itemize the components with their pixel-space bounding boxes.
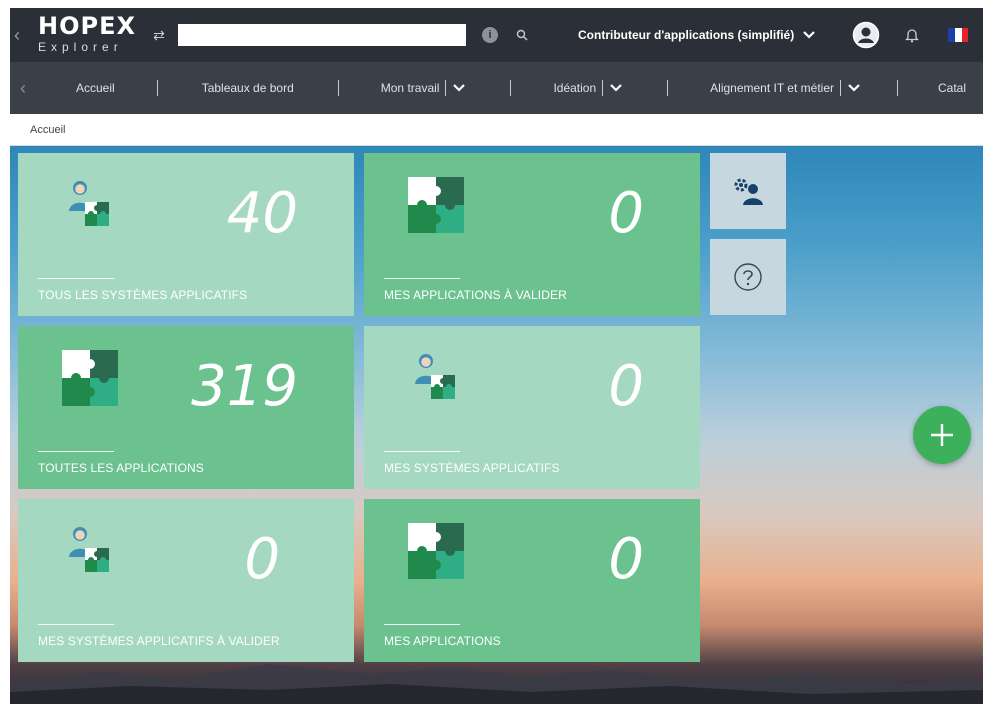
tile-label: MES APPLICATIONS xyxy=(384,634,501,648)
tile-count: 0 xyxy=(608,527,644,592)
top-bar: ‹ HOPEX Explorer ⇄ i Contributeur d'appl… xyxy=(10,8,983,62)
bell-icon[interactable] xyxy=(904,26,920,44)
tile-divider xyxy=(38,278,114,279)
nav-divider xyxy=(840,80,841,96)
tile-count: 0 xyxy=(608,354,644,419)
tile-my-application-systems-to-validate[interactable]: 0 MES SYSTÈMES APPLICATIFS À VALIDER xyxy=(18,499,354,662)
plus-icon xyxy=(931,424,953,446)
fr-flag-icon[interactable] xyxy=(948,28,969,42)
breadcrumb: Accueil xyxy=(10,114,983,146)
nav-item-label: Mon travail xyxy=(380,81,440,95)
profile-selector[interactable]: Contributeur d'applications (simplifié) xyxy=(578,28,816,42)
user-puzzle-icon xyxy=(415,354,455,399)
nav-scroll-left-icon[interactable]: ‹ xyxy=(10,78,36,99)
nav-item-label: Tableaux de bord xyxy=(201,81,294,95)
help-icon xyxy=(734,263,762,291)
tile-label: MES SYSTÈMES APPLICATIFS À VALIDER xyxy=(38,634,280,648)
logo-sub: Explorer xyxy=(38,40,123,54)
tile-my-applications-to-validate[interactable]: 0 MES APPLICATIONS À VALIDER xyxy=(364,153,700,316)
tile-count: 0 xyxy=(608,181,644,246)
tile-my-application-systems[interactable]: 0 MES SYSTÈMES APPLICATIFS xyxy=(364,326,700,489)
nav-item-label: Alignement IT et métier xyxy=(710,81,834,95)
nav-item-ideation[interactable]: Idéation xyxy=(553,62,623,114)
nav-item-label: Catal xyxy=(938,81,967,95)
nav-divider xyxy=(602,80,604,96)
add-button[interactable] xyxy=(913,406,971,464)
tile-label: MES APPLICATIONS À VALIDER xyxy=(384,288,567,302)
tile-my-applications[interactable]: 0 MES APPLICATIONS xyxy=(364,499,700,662)
nav-item-tableaux-de-bord[interactable]: Tableaux de bord xyxy=(202,62,294,114)
nav-item-mon-travail[interactable]: Mon travail xyxy=(381,62,467,114)
chevron-down-icon xyxy=(847,81,861,95)
tile-divider xyxy=(38,624,114,625)
nav-divider xyxy=(510,80,512,96)
user-settings-icon xyxy=(734,178,763,205)
tile-divider xyxy=(384,451,460,452)
main-nav: ‹ Accueil Tableaux de bord Mon travail I… xyxy=(10,62,983,114)
profile-label: Contributeur d'applications (simplifié) xyxy=(578,28,795,42)
chevron-down-icon xyxy=(609,81,623,95)
nav-divider xyxy=(897,80,898,96)
nav-item-alignement[interactable]: Alignement IT et métier xyxy=(710,62,861,114)
tile-divider xyxy=(384,624,460,625)
nav-divider xyxy=(156,80,158,96)
puzzle-icon xyxy=(408,523,464,579)
tile-all-application-systems[interactable]: 40 TOUS LES SYSTÈMES APPLICATIFS xyxy=(18,153,354,316)
search-icon[interactable] xyxy=(514,27,530,43)
chevron-down-icon xyxy=(802,28,816,42)
nav-divider xyxy=(337,80,339,96)
nav-item-label: Accueil xyxy=(76,81,115,95)
search-input[interactable] xyxy=(178,24,466,46)
nav-item-label: Idéation xyxy=(553,81,597,95)
tile-divider xyxy=(384,278,460,279)
tile-all-applications[interactable]: 319 TOUTES LES APPLICATIONS xyxy=(18,326,354,489)
user-puzzle-icon xyxy=(69,527,109,572)
switch-icon[interactable]: ⇄ xyxy=(144,27,174,44)
logo-main: HOPEX xyxy=(38,12,136,40)
nav-divider xyxy=(667,80,669,96)
home-dashboard: 40 TOUS LES SYSTÈMES APPLICATIFS 0 MES A… xyxy=(10,146,983,704)
nav-divider xyxy=(445,80,447,96)
info-icon[interactable]: i xyxy=(482,27,498,43)
tile-label: TOUTES LES APPLICATIONS xyxy=(38,461,204,475)
breadcrumb-current[interactable]: Accueil xyxy=(30,124,65,136)
tile-divider xyxy=(38,451,114,452)
chevron-down-icon xyxy=(452,81,466,95)
puzzle-icon xyxy=(62,350,118,406)
tile-label: MES SYSTÈMES APPLICATIFS xyxy=(384,461,560,475)
nav-item-accueil[interactable]: Accueil xyxy=(76,62,115,114)
puzzle-icon xyxy=(408,177,464,233)
user-puzzle-icon xyxy=(69,181,109,226)
nav-item-catalogue[interactable]: Catal xyxy=(938,62,966,114)
tile-count: 40 xyxy=(226,181,298,246)
collapse-left-icon[interactable]: ‹ xyxy=(10,8,24,62)
tile-label: TOUS LES SYSTÈMES APPLICATIFS xyxy=(38,288,248,302)
help-button[interactable] xyxy=(710,239,786,315)
user-settings-button[interactable] xyxy=(710,153,786,229)
tile-count: 319 xyxy=(191,354,298,419)
tile-count: 0 xyxy=(244,527,280,592)
user-avatar-icon[interactable] xyxy=(852,21,880,49)
app-logo[interactable]: HOPEX Explorer xyxy=(24,8,144,62)
